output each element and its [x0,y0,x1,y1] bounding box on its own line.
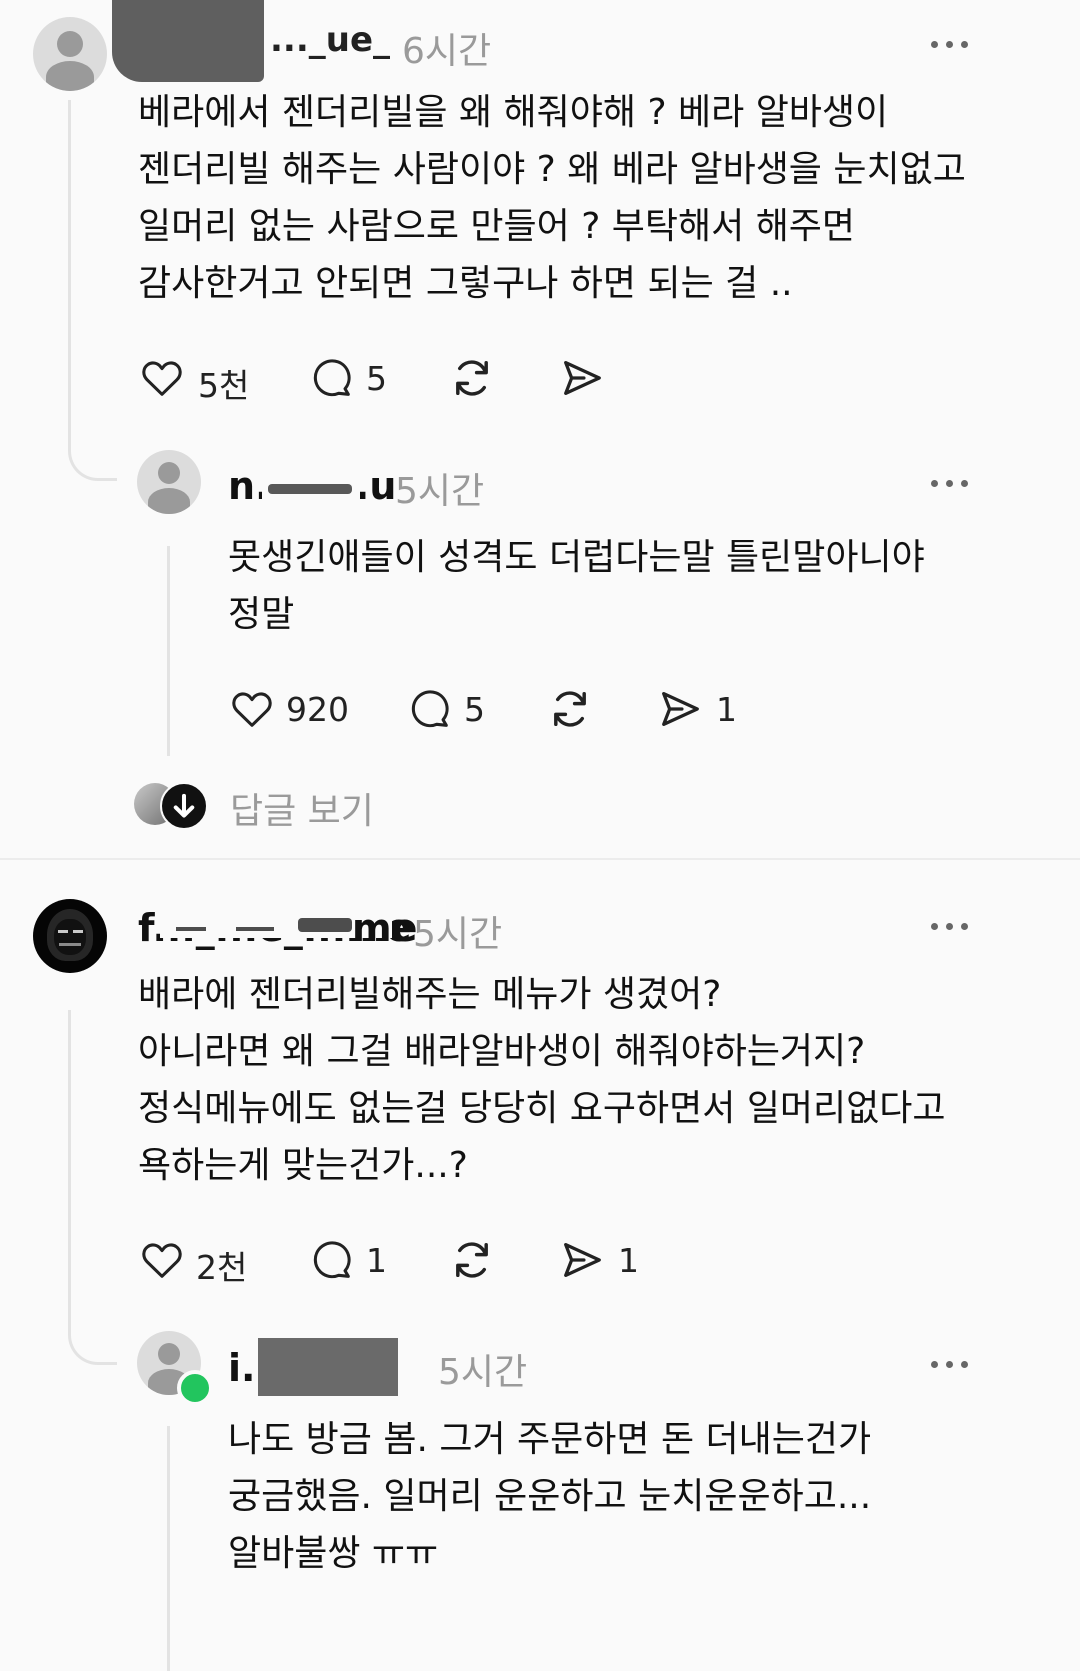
thread-line [167,546,170,756]
reply-time: 5시간 [438,1352,528,1393]
reply-time: 5시간 [395,471,485,512]
view-replies-label: 답글 보기 [230,791,374,832]
redacted-username [176,927,206,931]
share-count: 1 [618,1241,639,1280]
online-status-dot [177,1370,213,1406]
redacted-username [268,484,352,494]
send-icon [564,1243,601,1277]
redacted-username [258,1338,398,1396]
share-button[interactable]: 1 [558,1235,648,1285]
repost-icon [456,1242,488,1278]
heart-icon [142,1243,182,1278]
more-options-icon[interactable] [931,1358,971,1370]
comment-text: 배라에 젠더리빌해주는 메뉴가 생겼어? 아니라면 왜 그걸 배라알바생이 해줘… [138,974,946,1186]
reply-button[interactable]: 1 [308,1235,398,1285]
redacted-username [298,918,352,932]
view-replies-button[interactable]: 답글 보기 [134,780,394,832]
comment-icon [313,1241,351,1279]
repost-button[interactable] [448,353,508,403]
arrow-down-icon [160,782,208,830]
share-button[interactable] [558,353,638,403]
avatar[interactable] [33,899,107,973]
comment-username-suffix: me [352,906,418,950]
comment-text: 베라에서 젠더리빌을 왜 해줘야해 ? 베라 알바생이 젠더리빌 해주는 사람이… [138,92,966,304]
more-options-icon[interactable] [931,920,971,932]
reply-button[interactable]: 5 [406,684,496,734]
heart-icon [142,361,182,396]
share-button[interactable]: 1 [656,684,746,734]
send-icon [564,361,601,395]
thread-line [167,1426,170,1671]
send-icon [662,692,699,726]
comment-time: 6시간 [402,31,492,72]
thread-line [68,100,117,481]
comment-actions: 2천 1 1 [138,1235,658,1287]
divider [0,858,1080,860]
avatar[interactable] [33,17,107,91]
share-count: 1 [716,690,737,729]
like-button[interactable]: 5천 [138,353,258,405]
redacted-username [112,0,264,82]
like-button[interactable]: 920 [228,684,358,734]
more-options-icon[interactable] [931,477,971,489]
like-button[interactable]: 2천 [138,1235,258,1287]
thread-line [68,1010,117,1365]
comment-username[interactable]: ..._ue_ [270,20,390,60]
reply-avatar[interactable] [137,450,201,514]
reply-text: 나도 방금 봄. 그거 주문하면 돈 더내는건가 궁금했음. 일머리 운운하고 … [228,1419,872,1574]
like-count: 920 [286,690,349,729]
repost-icon [456,360,488,396]
like-count: 2천 [196,1248,248,1287]
reply-count: 1 [366,1241,387,1280]
redacted-username [236,927,274,931]
repost-button[interactable] [546,684,606,734]
reply-actions: 920 5 1 [228,684,748,734]
comment-actions: 5천 5 [138,353,638,405]
like-count: 5천 [198,366,250,405]
reply-count: 5 [464,690,485,729]
reply-text: 못생긴애들이 성격도 더럽다는말 틀린말아니야 정말 [228,537,925,635]
more-options-icon[interactable] [931,38,971,50]
reply-count: 5 [366,359,387,398]
heart-icon [232,692,272,727]
repost-button[interactable] [448,1235,508,1285]
comment-icon [313,359,351,397]
repost-icon [554,691,586,727]
reply-button[interactable]: 5 [308,353,398,403]
comment-icon [411,690,449,728]
comment-time: 5시간 [413,914,503,955]
